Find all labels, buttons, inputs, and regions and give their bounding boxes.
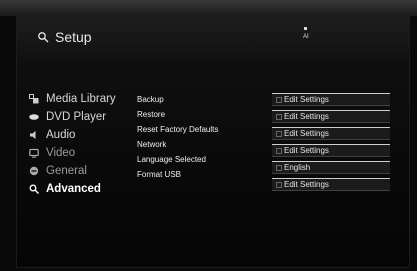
option-language-selected[interactable]: Language Selected — [137, 155, 279, 170]
speaker-icon — [30, 131, 36, 139]
sidebar-item-label: Advanced — [46, 183, 101, 195]
sidebar-item-label: DVD Player — [46, 111, 107, 123]
checkbox-icon — [276, 131, 282, 137]
status-indicator: AI — [303, 27, 309, 41]
sidebar-item-video[interactable]: Video — [29, 145, 149, 161]
language-value-field[interactable]: English — [272, 161, 390, 174]
network-value-field[interactable]: Edit Settings — [272, 144, 390, 157]
value-text: English — [284, 163, 311, 172]
page-title: Setup — [37, 29, 92, 45]
option-restore[interactable]: Restore — [137, 110, 279, 125]
sidebar: Media Library DVD Player Audio Video Gen… — [29, 91, 149, 199]
sidebar-item-label: Audio — [46, 129, 76, 141]
sidebar-item-media-library[interactable]: Media Library — [29, 91, 149, 107]
backup-value-field[interactable]: Edit Settings — [272, 93, 390, 106]
general-icon — [29, 166, 39, 176]
option-format-usb[interactable]: Format USB — [137, 170, 279, 185]
restore-value-field[interactable]: Edit Settings — [272, 110, 390, 123]
value-text: Edit Settings — [284, 95, 329, 104]
monitor-icon — [29, 148, 39, 158]
value-text: Edit Settings — [284, 112, 329, 121]
advanced-icon — [29, 184, 39, 194]
settings-icon — [38, 32, 49, 43]
option-network[interactable]: Network — [137, 140, 279, 155]
option-backup[interactable]: Backup — [137, 95, 279, 110]
sidebar-item-label: Video — [46, 147, 76, 159]
sidebar-item-audio[interactable]: Audio — [29, 127, 149, 143]
checkbox-icon — [276, 165, 282, 171]
setup-panel: Setup AI Media Library DVD Player Audio … — [16, 14, 410, 268]
tv-screen: Setup AI Media Library DVD Player Audio … — [0, 0, 417, 271]
disc-icon — [29, 114, 39, 120]
checkbox-icon — [276, 182, 282, 188]
option-reset-factory-defaults[interactable]: Reset Factory Defaults — [137, 125, 279, 140]
reset-value-field[interactable]: Edit Settings — [272, 127, 390, 140]
media-library-icon — [29, 94, 39, 104]
header-bar: Setup AI — [17, 15, 409, 73]
sidebar-item-dvd-player[interactable]: DVD Player — [29, 109, 149, 125]
sidebar-item-advanced[interactable]: Advanced — [29, 181, 149, 197]
status-text: AI — [303, 34, 309, 40]
page-title-text: Setup — [55, 29, 92, 45]
value-text: Edit Settings — [284, 146, 329, 155]
format-usb-value-field[interactable]: Edit Settings — [272, 178, 390, 191]
sidebar-item-general[interactable]: General — [29, 163, 149, 179]
value-text: Edit Settings — [284, 129, 329, 138]
values-column: Edit Settings Edit Settings Edit Setting… — [272, 93, 390, 195]
value-text: Edit Settings — [284, 180, 329, 189]
status-dot-icon — [304, 27, 307, 30]
checkbox-icon — [276, 97, 282, 103]
checkbox-icon — [276, 148, 282, 154]
sidebar-item-label: Media Library — [46, 93, 116, 105]
options-list: Backup Restore Reset Factory Defaults Ne… — [137, 95, 279, 185]
sidebar-item-label: General — [46, 165, 87, 177]
checkbox-icon — [276, 114, 282, 120]
